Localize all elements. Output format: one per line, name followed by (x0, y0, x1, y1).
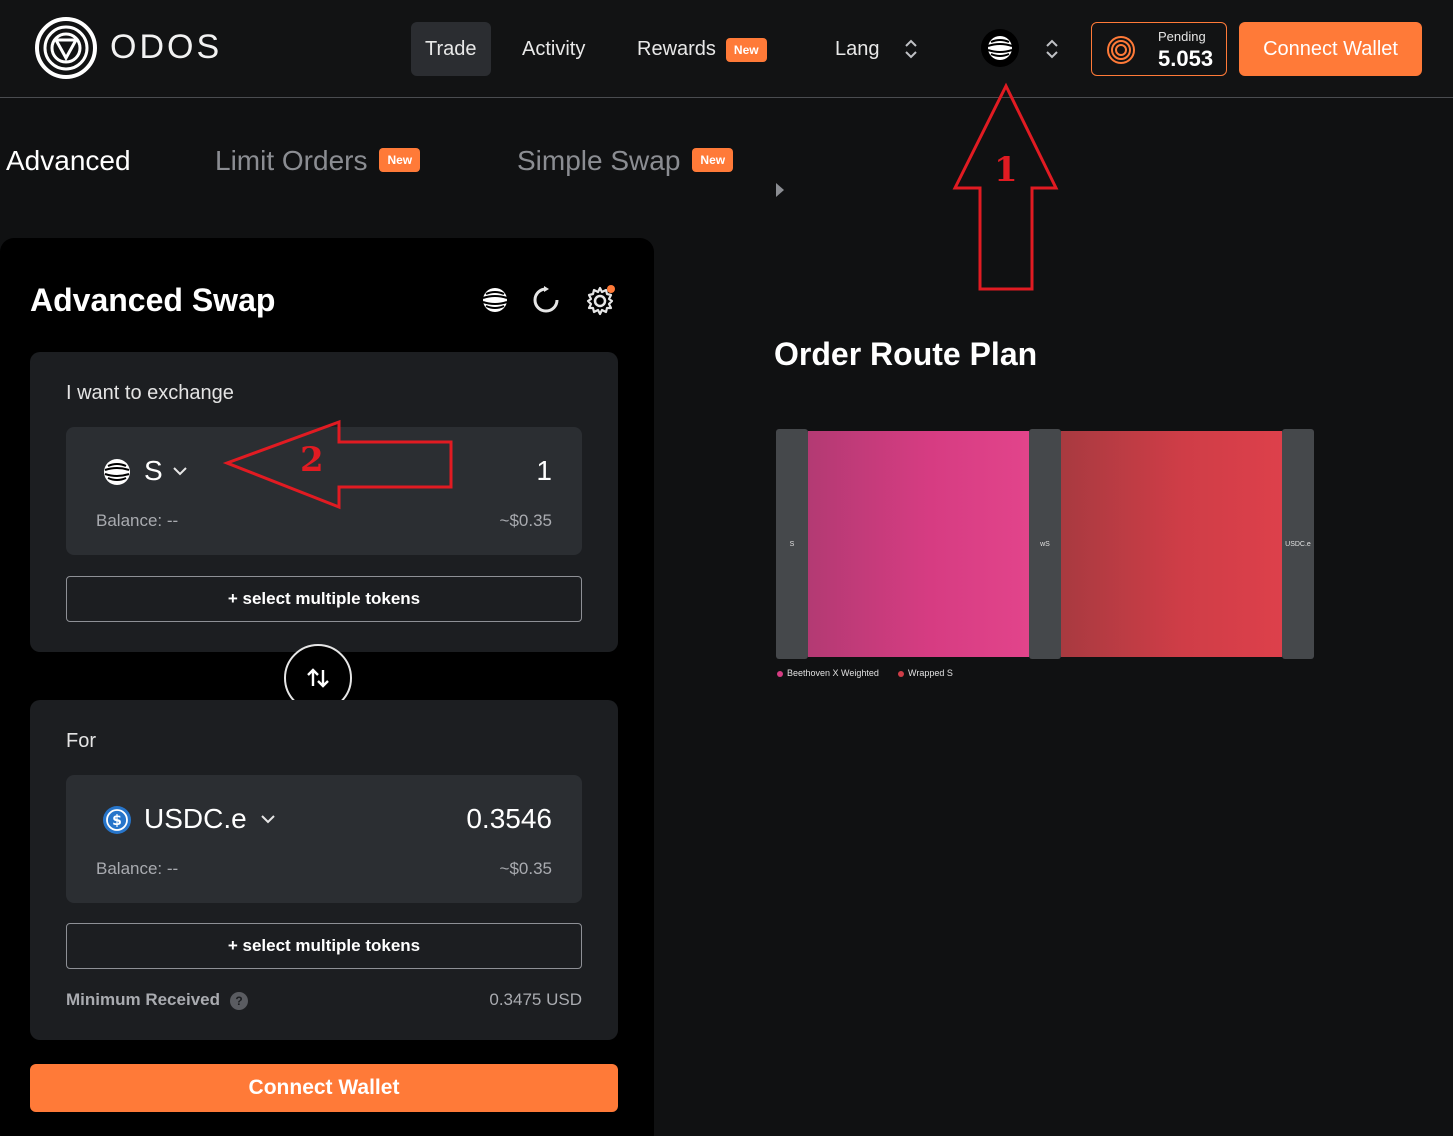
pending-value: 5.053 (1158, 46, 1214, 71)
legend-label: Beethoven X Weighted (787, 668, 879, 678)
from-amount-input[interactable]: 1 (536, 455, 552, 487)
logo-text[interactable]: ODOS (110, 28, 222, 67)
new-badge: New (725, 37, 767, 62)
chain-updown-icon[interactable] (1044, 37, 1060, 61)
route-title: Order Route Plan (774, 336, 1038, 372)
connect-wallet-button[interactable]: Connect Wallet (1239, 22, 1422, 76)
legend-dot (777, 670, 783, 677)
to-amount-output: 0.3546 (466, 803, 552, 834)
nav-activity[interactable]: Activity (508, 22, 599, 76)
minimum-received-text: Minimum Received (66, 990, 220, 1009)
to-label: For (66, 730, 96, 752)
route-node-label: USDC.e (1285, 541, 1311, 548)
from-select-multiple-button[interactable]: + select multiple tokens (66, 576, 582, 622)
panel-title: Advanced Swap (30, 282, 276, 318)
to-token-selector[interactable]: USDC.e (144, 803, 247, 835)
legend-dot (898, 670, 904, 677)
route-node-ws[interactable]: wS (1029, 429, 1061, 659)
odos-token-icon (1107, 36, 1135, 64)
annotation-number-1: 1 (994, 150, 1018, 190)
route-node-label: wS (1040, 541, 1050, 548)
legend-item: Wrapped S (898, 668, 953, 678)
swap-arrows-icon (307, 668, 329, 688)
from-balance: Balance: -- (96, 511, 179, 530)
pending-label: Pending (1158, 29, 1206, 44)
nav-rewards[interactable]: Rewards New (623, 22, 781, 76)
chevron-down-icon[interactable] (172, 465, 188, 477)
svg-text:$: $ (112, 813, 122, 829)
pending-rewards-button[interactable]: Pending 5.053 (1091, 22, 1227, 76)
from-label: I want to exchange (66, 382, 234, 404)
odos-logo-icon[interactable] (34, 16, 98, 80)
connect-wallet-main-button[interactable]: Connect Wallet (30, 1064, 618, 1112)
route-node-label: S (789, 541, 795, 548)
to-usd-value: ~$0.35 (499, 859, 552, 878)
tab-limit-orders[interactable]: Limit Orders New (215, 145, 421, 177)
sonic-token-icon[interactable] (102, 457, 132, 487)
new-badge: New (692, 147, 734, 172)
from-token-selector[interactable]: S (144, 455, 163, 487)
refresh-icon[interactable] (530, 284, 562, 316)
tab-advanced[interactable]: Advanced (6, 145, 131, 177)
tab-simple-swap-label: Simple Swap (517, 145, 681, 176)
minimum-received-value: 0.3475 USD (489, 990, 582, 1009)
expand-arrow-icon[interactable] (776, 183, 784, 197)
route-flow-beethoven[interactable] (808, 431, 1029, 657)
nav-lang[interactable]: Lang (821, 22, 894, 76)
tab-limit-orders-label: Limit Orders (215, 145, 368, 176)
annotation-arrow-left (222, 419, 453, 510)
nav-trade[interactable]: Trade (411, 22, 491, 76)
minimum-received-label: Minimum Received? (66, 990, 248, 1010)
new-badge: New (379, 147, 421, 172)
to-card: For $ USDC.e 0.3546 Balance: -- ~$0.35 +… (30, 700, 618, 1040)
top-navbar: ODOS Trade Activity Rewards New Lang Pend… (0, 0, 1453, 98)
help-icon[interactable]: ? (230, 991, 248, 1010)
sonic-chain-icon[interactable] (981, 29, 1019, 67)
usdc-token-icon[interactable]: $ (102, 805, 132, 835)
legend-label: Wrapped S (908, 668, 953, 678)
to-balance: Balance: -- (96, 859, 179, 878)
sonic-chain-icon[interactable] (479, 284, 511, 316)
nav-rewards-label: Rewards (637, 38, 716, 60)
route-node-s[interactable]: S (776, 429, 808, 659)
tab-simple-swap[interactable]: Simple Swap New (517, 145, 734, 177)
from-usd-value: ~$0.35 (499, 511, 552, 530)
route-node-usdce[interactable]: USDC.e (1282, 429, 1314, 659)
settings-gear-icon[interactable] (584, 284, 616, 316)
to-token-box: $ USDC.e 0.3546 Balance: -- ~$0.35 (66, 775, 582, 903)
chevron-down-icon[interactable] (260, 813, 276, 825)
lang-updown-icon[interactable] (903, 37, 919, 61)
annotation-number-2: 2 (300, 440, 324, 480)
legend-item: Beethoven X Weighted (777, 668, 879, 678)
to-select-multiple-button[interactable]: + select multiple tokens (66, 923, 582, 969)
route-flow-wrapped-s[interactable] (1061, 431, 1282, 657)
